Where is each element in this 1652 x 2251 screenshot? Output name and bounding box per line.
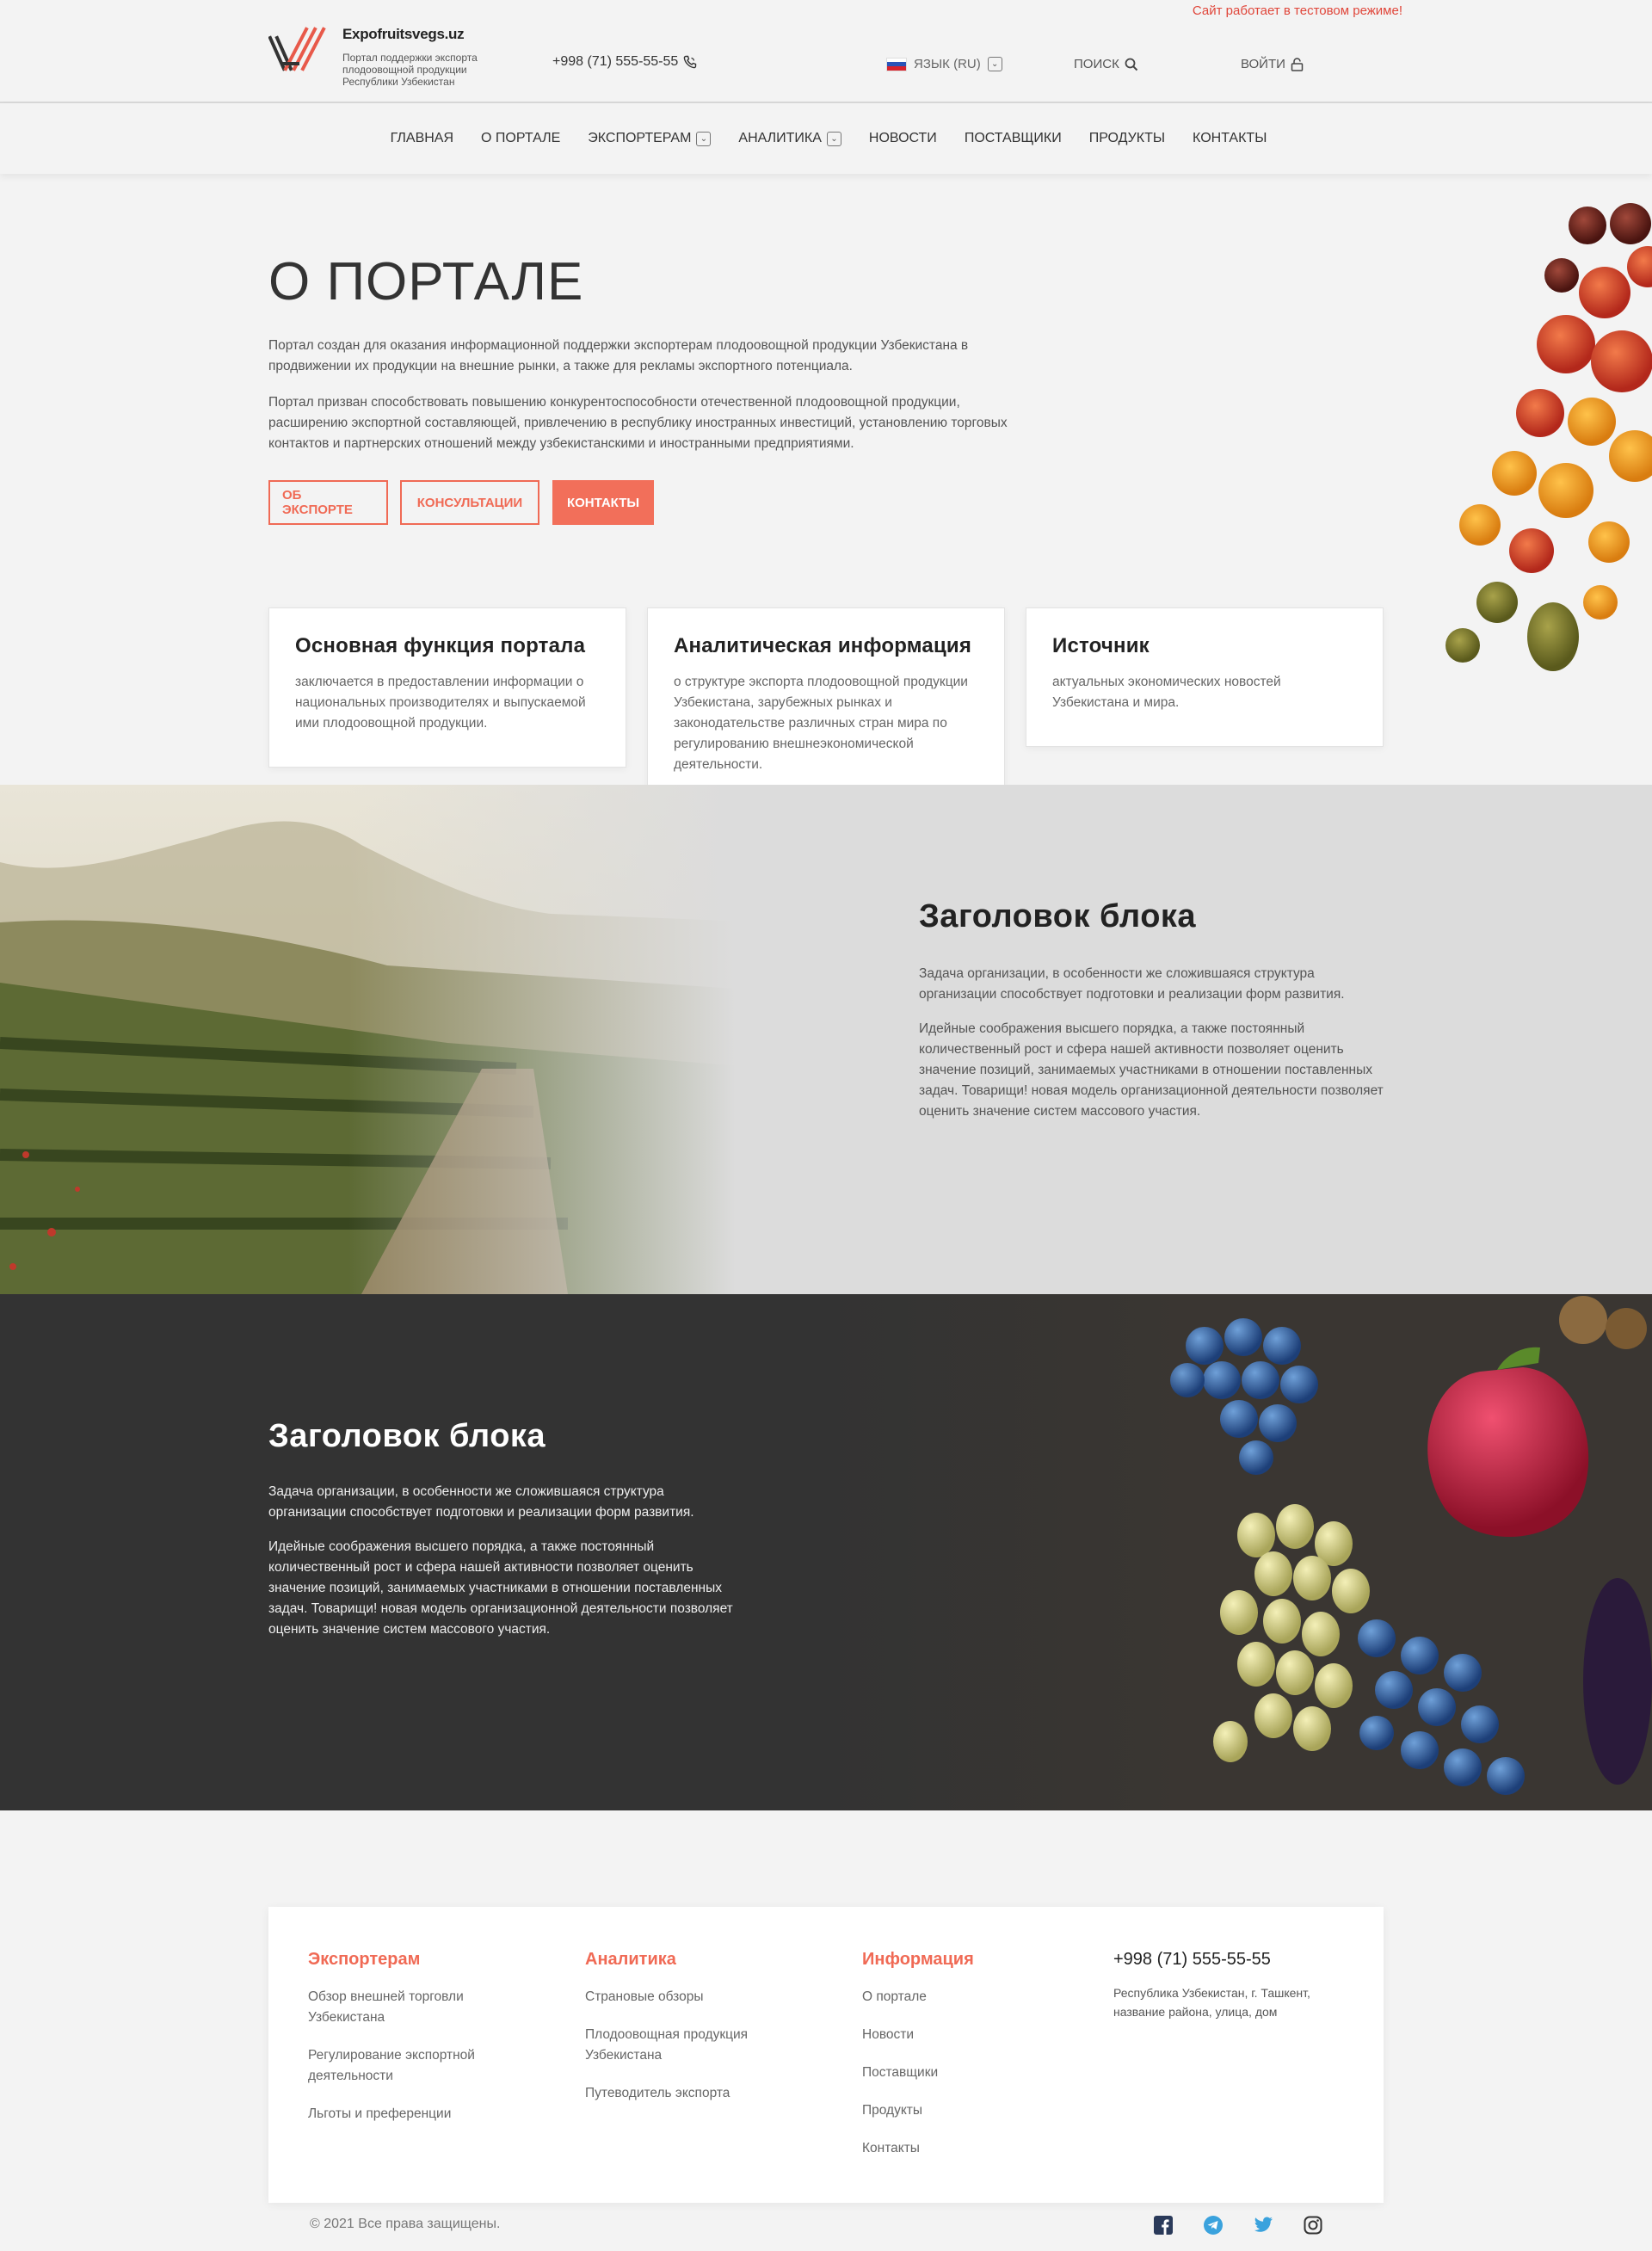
phone-icon xyxy=(684,55,697,69)
feature-card-text: актуальных экономических новостей Узбеки… xyxy=(1052,675,1281,710)
grapes-pepper-image xyxy=(826,1294,1652,1810)
nav-item-label: ГЛАВНАЯ xyxy=(390,131,454,145)
copyright: © 2021 Все права защищены. xyxy=(310,2217,501,2231)
footer-link[interactable]: Продукты xyxy=(862,2100,1034,2121)
nav-item-home[interactable]: ГЛАВНАЯ xyxy=(391,131,453,146)
about-export-button[interactable]: ОБ ЭКСПОРТЕ xyxy=(268,480,388,525)
nav-item-label: НОВОСТИ xyxy=(868,131,937,145)
feature-card-title: Аналитическая информация xyxy=(674,634,972,657)
footer-link[interactable]: Новости xyxy=(862,2025,1034,2045)
lock-icon xyxy=(1291,57,1304,71)
feature-card-title: Источник xyxy=(1052,634,1150,657)
nav-item-about[interactable]: О ПОРТАЛЕ xyxy=(481,131,560,146)
footer-card: Экспортерам Обзор внешней торговли Узбек… xyxy=(268,1907,1384,2203)
dark-section: Заголовок блока Задача организации, в ос… xyxy=(0,1294,1652,1810)
footer-column-analytics: Аналитика Страновые обзоры Плодоовощная … xyxy=(585,1950,809,2121)
test-mode-notice: Сайт работает в тестовом режиме! xyxy=(1192,3,1402,18)
footer-column-info: Информация О портале Новости Поставщики … xyxy=(862,1950,1034,2176)
vineyard-image xyxy=(0,785,774,1294)
language-switcher[interactable]: ЯЗЫК (RU) ⌄ xyxy=(886,57,1002,71)
nav-item-label: КОНТАКТЫ xyxy=(1193,131,1267,145)
footer-link[interactable]: О портале xyxy=(862,1987,1034,2007)
login-button[interactable]: ВОЙТИ xyxy=(1241,57,1304,71)
footer-contact: +998 (71) 555-55-55 Республика Узбекиста… xyxy=(1113,1950,1363,2021)
instagram-icon[interactable] xyxy=(1303,2215,1323,2236)
top-bar xyxy=(0,0,1652,103)
footer-link[interactable]: Поставщики xyxy=(862,2063,1034,2083)
search-icon xyxy=(1125,58,1138,71)
footer-column-exporters: Экспортерам Обзор внешней торговли Узбек… xyxy=(308,1950,532,2142)
nav-item-label: ЭКСПОРТЕРАМ xyxy=(588,131,692,145)
feature-card: Аналитическая информация о структуре экс… xyxy=(647,607,1005,788)
main-navigation: ГЛАВНАЯ О ПОРТАЛЕ ЭКСПОРТЕРАМ ⌄ АНАЛИТИКА… xyxy=(0,103,1652,174)
facebook-icon[interactable] xyxy=(1153,2215,1174,2236)
hero-paragraph: Портал призван способствовать повышению … xyxy=(268,395,1008,451)
feature-card: Источник актуальных экономических новост… xyxy=(1026,607,1384,747)
site-name[interactable]: Expofruitsvegs.uz xyxy=(342,26,465,43)
nav-item-contacts[interactable]: КОНТАКТЫ xyxy=(1193,131,1267,146)
footer-link[interactable]: Путеводитель экспорта xyxy=(585,2083,809,2104)
header-phone-number: +998 (71) 555-55-55 xyxy=(552,54,679,69)
chevron-down-icon: ⌄ xyxy=(696,131,712,146)
login-label: ВОЙТИ xyxy=(1241,57,1285,71)
footer-link[interactable]: Плодоовощная продукция Узбекистана xyxy=(585,2025,809,2066)
feature-card-text: заключается в предоставлении информации … xyxy=(295,675,586,731)
logo-icon[interactable] xyxy=(268,26,332,74)
nav-item-news[interactable]: НОВОСТИ xyxy=(869,131,937,146)
hero-section: О ПОРТАЛЕ Портал создан для оказания инф… xyxy=(0,198,1652,788)
block-paragraph: Идейные соображения высшего порядка, а т… xyxy=(919,1021,1384,1119)
footer-address: Республика Узбекистан, г. Ташкент, назва… xyxy=(1113,1986,1310,2019)
consultations-button[interactable]: КОНСУЛЬТАЦИИ xyxy=(400,480,539,525)
footer-link[interactable]: Контакты xyxy=(862,2138,1034,2159)
flag-ru-icon xyxy=(886,57,907,71)
header-phone[interactable]: +998 (71) 555-55-55 xyxy=(552,54,697,70)
footer-column-title: Экспортерам xyxy=(308,1950,421,1969)
hero-paragraph: Портал создан для оказания информационно… xyxy=(268,338,969,373)
nav-item-label: ПОСТАВЩИКИ xyxy=(964,131,1062,145)
footer-column-title: Информация xyxy=(862,1950,974,1969)
block-paragraph: Задача организации, в особенности же сло… xyxy=(268,1484,694,1520)
twitter-icon[interactable] xyxy=(1253,2215,1273,2236)
social-links xyxy=(1153,2215,1323,2236)
header: Сайт работает в тестовом режиме! Expofru… xyxy=(0,0,1652,103)
footer-link[interactable]: Обзор внешней торговли Узбекистана xyxy=(308,1987,532,2028)
nav-item-label: АНАЛИТИКА xyxy=(738,131,822,145)
chevron-down-icon: ⌄ xyxy=(826,131,841,146)
vineyard-section: Заголовок блока Задача организации, в ос… xyxy=(0,785,1652,1294)
footer-link[interactable]: Льготы и преференции xyxy=(308,2104,532,2125)
feature-card-text: о структуре экспорта плодоовощной продук… xyxy=(674,675,968,772)
feature-card-title: Основная функция портала xyxy=(295,634,586,657)
nav-item-suppliers[interactable]: ПОСТАВЩИКИ xyxy=(965,131,1062,146)
site-description: Портал поддержки экспорта плодоовощной п… xyxy=(342,52,478,88)
nav-item-products[interactable]: ПРОДУКТЫ xyxy=(1089,131,1165,146)
footer-link[interactable]: Регулирование экспортной деятельности xyxy=(308,2045,532,2087)
block-title: Заголовок блока xyxy=(268,1418,546,1454)
search-button[interactable]: ПОИСК xyxy=(1074,57,1138,71)
language-label: ЯЗЫК (RU) xyxy=(914,57,981,71)
feature-card: Основная функция портала заключается в п… xyxy=(268,607,626,768)
block-paragraph: Идейные соображения высшего порядка, а т… xyxy=(268,1539,733,1637)
footer-column-title: Аналитика xyxy=(585,1950,676,1969)
nav-item-label: ПРОДУКТЫ xyxy=(1088,131,1166,145)
nav-item-analytics[interactable]: АНАЛИТИКА ⌄ xyxy=(738,131,841,146)
footer-link[interactable]: Страновые обзоры xyxy=(585,1987,809,2007)
telegram-icon[interactable] xyxy=(1203,2215,1224,2236)
contacts-button[interactable]: КОНТАКТЫ xyxy=(552,480,654,525)
page-title: О ПОРТАЛЕ xyxy=(268,252,584,311)
search-label: ПОИСК xyxy=(1074,57,1119,71)
block-title: Заголовок блока xyxy=(919,898,1197,934)
chevron-down-icon: ⌄ xyxy=(987,57,1002,71)
nav-item-exporters[interactable]: ЭКСПОРТЕРАМ ⌄ xyxy=(588,131,712,146)
block-paragraph: Задача организации, в особенности же сло… xyxy=(919,966,1345,1002)
nav-item-label: О ПОРТАЛЕ xyxy=(481,131,561,145)
footer-phone[interactable]: +998 (71) 555-55-55 xyxy=(1113,1950,1363,1970)
